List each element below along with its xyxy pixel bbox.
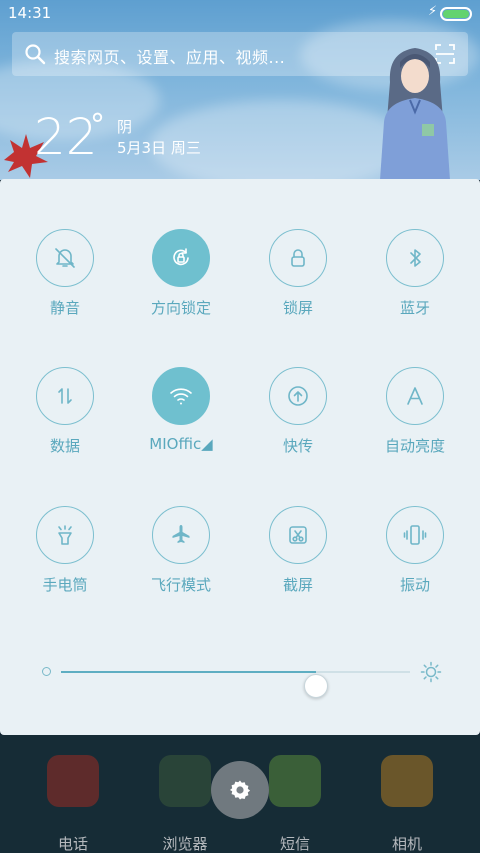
rotation-lock-toggle-button[interactable] bbox=[152, 229, 210, 287]
browser-icon bbox=[159, 755, 211, 807]
dock-app-phone[interactable]: 电话 bbox=[23, 749, 123, 853]
rotation-lock-icon bbox=[173, 248, 189, 266]
toggle-label: MIOffic◢ bbox=[149, 435, 213, 453]
bluetooth-icon bbox=[410, 249, 421, 267]
wallpaper-header: 14:31 ⚡ 搜索网页、设置、应用、视频... 22 ° 阴 5月3日 周三 bbox=[0, 0, 480, 180]
toggle-mobile-data[interactable]: 数据 bbox=[10, 367, 120, 467]
toggle-auto-brightness[interactable]: 自动亮度 bbox=[360, 367, 470, 467]
camera-icon bbox=[381, 755, 433, 807]
status-time: 14:31 bbox=[8, 4, 52, 22]
search-placeholder: 搜索网页、设置、应用、视频... bbox=[54, 48, 286, 67]
airplane-icon bbox=[172, 525, 190, 543]
brightness-high-icon bbox=[420, 661, 442, 683]
status-bar: 14:31 ⚡ bbox=[0, 0, 480, 28]
toggle-silent-bell[interactable]: 静音 bbox=[10, 229, 120, 329]
toggle-label: 蓝牙 bbox=[399, 299, 430, 317]
brightness-slider[interactable] bbox=[40, 657, 450, 698]
toggle-label: 自动亮度 bbox=[384, 437, 445, 455]
vibrate-icon bbox=[403, 525, 427, 545]
wallpaper-illustration bbox=[380, 48, 450, 180]
toggle-screenshot[interactable]: 截屏 bbox=[243, 506, 353, 606]
battery-level bbox=[443, 10, 469, 18]
quick-transfer-icon bbox=[288, 386, 308, 406]
brightness-thumb[interactable] bbox=[303, 674, 328, 698]
screenshot-toggle-button[interactable] bbox=[269, 506, 327, 564]
mobile-data-toggle-button[interactable] bbox=[36, 367, 94, 425]
quick-settings-panel: 静音 方向锁定 锁屏 蓝牙数据 MIOffic◢ 快传 自动亮度手电筒 飞行模式 截屏 振动 bbox=[0, 179, 480, 735]
toggle-label: 方向锁定 bbox=[150, 299, 211, 317]
auto-brightness-icon bbox=[407, 387, 423, 405]
silent-bell-toggle-button[interactable] bbox=[36, 229, 94, 287]
lock-icon bbox=[291, 249, 305, 267]
phone-icon bbox=[47, 755, 99, 807]
degree-symbol: ° bbox=[90, 108, 105, 143]
toggle-airplane[interactable]: 飞行模式 bbox=[126, 506, 236, 606]
toggle-label: 数据 bbox=[49, 437, 80, 455]
dock-app-label: 电话 bbox=[57, 835, 88, 853]
brightness-track[interactable] bbox=[61, 671, 410, 698]
battery-icon bbox=[440, 7, 472, 21]
toggle-label: 静音 bbox=[49, 299, 80, 317]
charging-icon: ⚡ bbox=[428, 4, 438, 19]
dock-app-label: 短信 bbox=[279, 835, 310, 853]
silent-bell-icon bbox=[55, 248, 75, 268]
weather-date: 5月3日 周三 bbox=[117, 139, 201, 157]
weather-condition: 阴 bbox=[117, 118, 133, 136]
toggle-label: 振动 bbox=[399, 576, 430, 594]
bluetooth-toggle-button[interactable] bbox=[386, 229, 444, 287]
wifi-icon bbox=[170, 388, 192, 405]
wifi-toggle-button[interactable] bbox=[152, 367, 210, 425]
dock-app-label: 相机 bbox=[391, 835, 422, 853]
toggle-flashlight[interactable]: 手电筒 bbox=[10, 506, 120, 606]
brightness-low-icon bbox=[42, 667, 51, 676]
settings-button[interactable] bbox=[211, 761, 269, 819]
toggle-bluetooth[interactable]: 蓝牙 bbox=[360, 229, 470, 329]
toggle-quick-transfer[interactable]: 快传 bbox=[243, 367, 353, 467]
weather-temperature: 22 bbox=[34, 108, 98, 166]
toggle-vibrate[interactable]: 振动 bbox=[360, 506, 470, 606]
airplane-toggle-button[interactable] bbox=[152, 506, 210, 564]
vibrate-toggle-button[interactable] bbox=[386, 506, 444, 564]
toggle-label: 手电筒 bbox=[42, 576, 88, 594]
mobile-data-icon bbox=[58, 388, 72, 404]
toggle-label: 锁屏 bbox=[282, 299, 313, 317]
flashlight-toggle-button[interactable] bbox=[36, 506, 94, 564]
screenshot-icon bbox=[289, 526, 307, 544]
gear-icon bbox=[229, 780, 251, 800]
brightness-fill bbox=[61, 671, 316, 673]
messages-icon bbox=[269, 755, 321, 807]
search-icon bbox=[25, 44, 46, 65]
toggle-label: 截屏 bbox=[282, 576, 313, 594]
dock-app-camera[interactable]: 相机 bbox=[357, 749, 457, 853]
auto-brightness-toggle-button[interactable] bbox=[386, 367, 444, 425]
lock-toggle-button[interactable] bbox=[269, 229, 327, 287]
dock-app-label: 浏览器 bbox=[162, 835, 208, 853]
toggle-label: 快传 bbox=[282, 437, 313, 455]
flashlight-icon bbox=[58, 525, 72, 545]
toggle-wifi[interactable]: MIOffic◢ bbox=[126, 367, 236, 467]
toggle-label: 飞行模式 bbox=[150, 576, 211, 594]
toggle-lock[interactable]: 锁屏 bbox=[243, 229, 353, 329]
toggle-rotation-lock[interactable]: 方向锁定 bbox=[126, 229, 236, 329]
quick-transfer-toggle-button[interactable] bbox=[269, 367, 327, 425]
